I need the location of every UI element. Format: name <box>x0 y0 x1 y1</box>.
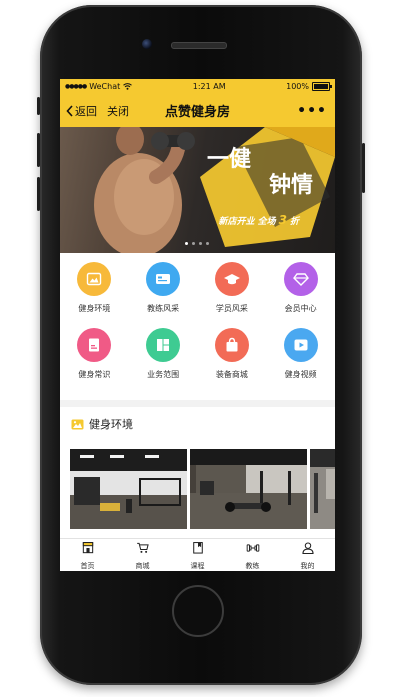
banner-headline-line2: 钟情 <box>268 173 313 198</box>
promo-banner[interactable]: 一健 钟情 新店开业 全场 3 折 <box>60 127 335 253</box>
tab-user[interactable]: 我的 <box>280 539 335 571</box>
graduation-cap-icon <box>214 262 249 296</box>
grid-icon <box>146 328 181 362</box>
close-button[interactable]: 关闭 <box>107 103 129 119</box>
carousel-dot[interactable] <box>199 242 202 245</box>
menu-item[interactable]: 会员中心 <box>266 262 335 328</box>
chevron-left-icon <box>66 104 73 117</box>
app-screen: ●●●●● WeChat 1:21 AM 100% 返回 关闭 点赞健身房 ••… <box>60 79 335 571</box>
wifi-icon <box>123 83 133 90</box>
battery-icon <box>311 82 332 91</box>
environment-section: 健身环境 <box>60 407 335 547</box>
menu-item[interactable]: 健身视频 <box>266 328 335 394</box>
status-bar: ●●●●● WeChat 1:21 AM 100% <box>60 79 335 94</box>
banner-discount-number: 3 <box>278 213 287 227</box>
document-icon <box>77 328 112 362</box>
gym-photo[interactable] <box>190 449 307 529</box>
menu-row: 健身环境 教练风采 学员风采 会员中心 <box>60 262 335 328</box>
tab-label: 首页 <box>80 561 95 570</box>
menu-item-label: 会员中心 <box>284 304 317 313</box>
banner-discount-unit: 折 <box>289 217 299 227</box>
mute-switch <box>37 97 40 115</box>
tab-label: 教练 <box>245 561 260 570</box>
battery-percent: 100% <box>286 82 309 91</box>
home-icon <box>81 540 95 559</box>
front-camera <box>142 39 152 49</box>
battery-fill <box>313 84 328 89</box>
back-button[interactable]: 返回 <box>60 103 97 119</box>
home-button[interactable] <box>172 585 224 637</box>
feature-menu: 健身环境 教练风采 学员风采 会员中心健身常识 业务范围 装备商城 健身视频 <box>60 253 335 400</box>
menu-item-label: 装备商城 <box>215 370 248 379</box>
banner-subtext: 新店开业 全场 3 折 <box>218 213 299 227</box>
menu-item[interactable]: 教练风采 <box>129 262 198 328</box>
image-icon <box>71 419 84 429</box>
user-icon <box>301 540 315 559</box>
menu-item[interactable]: 学员风采 <box>198 262 267 328</box>
menu-item-label: 健身视频 <box>284 370 317 379</box>
section-header: 健身环境 <box>60 407 335 441</box>
carousel-dot[interactable] <box>192 242 195 245</box>
menu-item[interactable]: 装备商城 <box>198 328 267 394</box>
banner-sub-text: 新店开业 全场 <box>218 217 276 227</box>
menu-item[interactable]: 业务范围 <box>129 328 198 394</box>
image-icon <box>77 262 112 296</box>
id-card-icon <box>146 262 181 296</box>
menu-row: 健身常识 业务范围 装备商城 健身视频 <box>60 328 335 394</box>
carrier-label: WeChat <box>89 82 121 91</box>
tab-label: 商城 <box>135 561 150 570</box>
nav-bar: 返回 关闭 点赞健身房 ••• <box>60 94 335 127</box>
earpiece-speaker <box>171 42 227 49</box>
cart-icon <box>136 540 150 559</box>
section-title: 健身环境 <box>89 418 133 431</box>
page-title: 点赞健身房 <box>164 105 230 120</box>
tab-label: 课程 <box>190 561 205 570</box>
carousel-dots[interactable] <box>185 242 209 245</box>
menu-item-label: 学员风采 <box>215 304 248 313</box>
menu-item-label: 业务范围 <box>147 370 180 379</box>
dumbbell-icon <box>246 540 260 559</box>
gym-photo[interactable] <box>310 449 335 529</box>
menu-item-label: 健身环境 <box>78 304 111 313</box>
bottom-tab-bar: 首页 商城 课程 教练 我的 <box>60 538 335 571</box>
carousel-dot[interactable] <box>185 242 188 245</box>
volume-down-button <box>37 177 40 211</box>
video-icon <box>283 328 318 362</box>
signal-icon: ●●●●● <box>65 83 87 90</box>
shopping-bag-icon <box>214 328 249 362</box>
diamond-icon <box>283 262 318 296</box>
carousel-dot[interactable] <box>206 242 209 245</box>
menu-item[interactable]: 健身常识 <box>60 328 129 394</box>
more-menu-button[interactable]: ••• <box>297 103 327 119</box>
environment-gallery[interactable] <box>70 449 335 529</box>
power-button <box>362 143 365 193</box>
bookmark-icon <box>191 540 205 559</box>
menu-item-label: 健身常识 <box>78 370 111 379</box>
banner-headline-line1: 一健 <box>207 147 252 172</box>
tab-label: 我的 <box>300 561 315 570</box>
banner-headline: 一健 钟情 <box>203 147 313 199</box>
tab-dumbbell[interactable]: 教练 <box>225 539 280 571</box>
menu-item-label: 教练风采 <box>147 304 180 313</box>
status-time: 1:21 AM <box>192 82 226 91</box>
menu-item[interactable]: 健身环境 <box>60 262 129 328</box>
tab-cart[interactable]: 商城 <box>115 539 170 571</box>
tab-bookmark[interactable]: 课程 <box>170 539 225 571</box>
gym-photo[interactable] <box>70 449 187 529</box>
back-label: 返回 <box>75 104 97 118</box>
volume-up-button <box>37 133 40 167</box>
tab-home[interactable]: 首页 <box>60 539 115 571</box>
